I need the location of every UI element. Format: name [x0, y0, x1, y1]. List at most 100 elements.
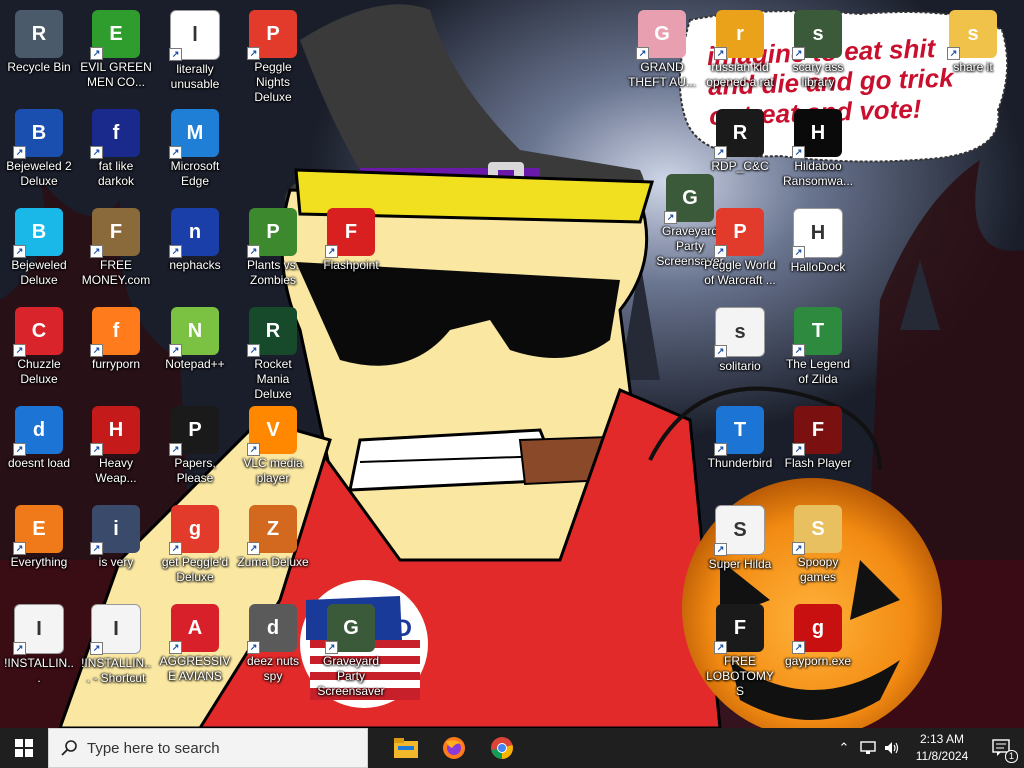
- folder-icon: s ↗: [947, 10, 997, 60]
- desktop-icon[interactable]: S ↗ Spoopy games: [780, 501, 856, 597]
- chuzzle-icon: C ↗: [13, 307, 63, 357]
- desktop-icon[interactable]: S ↗ Super Hilda: [702, 501, 778, 597]
- volume-icon[interactable]: [880, 728, 904, 768]
- taskbar-chrome[interactable]: [478, 728, 526, 768]
- desktop-icon-label: Flashpoint: [323, 258, 379, 272]
- desktop-icon[interactable]: s ↗ scary ass library: [780, 6, 856, 102]
- desktop-icon[interactable]: E ↗ EVIL GREEN MEN CO...: [78, 6, 154, 102]
- desktop-icon[interactable]: F ↗ Flashpoint: [313, 204, 389, 300]
- desktop-icon-label: doesnt load: [7, 456, 71, 470]
- desktop-icon[interactable]: R ↗ Rocket Mania Deluxe: [235, 303, 311, 401]
- desktop-icon[interactable]: B ↗ Bejeweled Deluxe: [1, 204, 77, 300]
- shortcut-arrow-icon: ↗: [169, 146, 182, 159]
- desktop-icon[interactable]: l ↗ literally unusable: [157, 6, 233, 102]
- desktop-icon[interactable]: g ↗ get Peggle'd Deluxe: [157, 501, 233, 597]
- desktop-icon[interactable]: V ↗ VLC media player: [235, 402, 311, 498]
- thunderbird-icon: T ↗: [714, 406, 764, 456]
- network-icon[interactable]: [856, 728, 880, 768]
- windows-logo-icon: [15, 739, 33, 757]
- taskbar-file-explorer[interactable]: [382, 728, 430, 768]
- desktop-icon[interactable]: f ↗ furryporn: [78, 303, 154, 399]
- desktop-icon[interactable]: F ↗ Flash Player: [780, 402, 856, 498]
- desktop-icon[interactable]: T ↗ Thunderbird: [702, 402, 778, 498]
- desktop-icon-label: get Peggle'd Deluxe: [161, 555, 229, 584]
- shortcut-arrow-icon: ↗: [90, 443, 103, 456]
- desktop-icon[interactable]: H ↗ Hildaboo Ransomwa...: [780, 105, 856, 201]
- notification-count-badge: 1: [1005, 750, 1018, 763]
- diamond-icon: B ↗: [13, 208, 63, 258]
- desktop-icon-label: !INSTALLIN... - Shortcut: [81, 656, 151, 685]
- desktop-icon-label: Notepad++: [165, 357, 225, 371]
- firefox-icon: f ↗: [90, 307, 140, 357]
- shortcut-arrow-icon: ↗: [13, 146, 26, 159]
- firefox-icon: [443, 737, 465, 759]
- de-icon: r ↗: [714, 10, 764, 60]
- desktop-icon[interactable]: E ↗ Everything: [1, 501, 77, 597]
- desktop-icon[interactable]: d ↗ deez nuts spy: [235, 600, 311, 696]
- desktop-icon[interactable]: P ↗ Plants vs. Zombies: [235, 204, 311, 300]
- start-button[interactable]: [0, 728, 48, 768]
- peggle-icon: P ↗: [247, 10, 297, 60]
- money-bag-icon: F ↗: [90, 208, 140, 258]
- desktop-icon[interactable]: d ↗ doesnt load: [1, 402, 77, 498]
- taskbar-clock[interactable]: 2:13 AM 11/8/2024: [904, 731, 980, 765]
- desktop-icon[interactable]: R Recycle Bin: [1, 6, 77, 102]
- chrome-icon: [491, 737, 513, 759]
- desktop-icon[interactable]: Z ↗ Zuma Deluxe: [235, 501, 311, 597]
- shortcut-arrow-icon: ↗: [947, 47, 960, 60]
- notification-center-button[interactable]: 1: [980, 728, 1024, 768]
- file-explorer-icon: [394, 738, 418, 758]
- desktop-icon[interactable]: G ↗ GRAND THEFT AU...: [624, 6, 700, 102]
- document-icon: I ↗: [90, 604, 141, 655]
- desktop-icon[interactable]: B ↗ Bejeweled 2 Deluxe: [1, 105, 77, 201]
- shortcut-arrow-icon: ↗: [169, 443, 182, 456]
- desktop-icon-label: Bejeweled 2 Deluxe: [6, 159, 72, 188]
- desktop-icon[interactable]: I ↗ !INSTALLIN... - Shortcut: [78, 600, 154, 696]
- desktop-icon-label: Graveyard Party Screensaver: [317, 654, 385, 698]
- shortcut-arrow-icon: ↗: [714, 443, 727, 456]
- desktop-icon[interactable]: P ↗ Papers, Please: [157, 402, 233, 498]
- desktop-icon[interactable]: M ↗ Microsoft Edge: [157, 105, 233, 201]
- desktop-icon[interactable]: s ↗ share it: [935, 6, 1011, 102]
- desktop-icon[interactable]: H ↗ Heavy Weap...: [78, 402, 154, 498]
- desktop-icon[interactable]: i ↗ is very: [78, 501, 154, 597]
- shortcut-arrow-icon: ↗: [90, 146, 103, 159]
- desktop-icon[interactable]: s ↗ solitario: [702, 303, 778, 399]
- desktop-icon[interactable]: g ↗ gayporn.exe: [780, 600, 856, 696]
- desktop-icon[interactable]: P ↗ Peggle World of Warcraft ...: [702, 204, 778, 300]
- taskbar-firefox[interactable]: [430, 728, 478, 768]
- shortcut-arrow-icon: ↗: [792, 641, 805, 654]
- desktop-icon[interactable]: r ↗ russian kid opened a rat: [702, 6, 778, 102]
- shortcut-arrow-icon: ↗: [169, 48, 182, 61]
- shortcut-arrow-icon: ↗: [247, 443, 260, 456]
- desktop-icon-label: solitario: [719, 359, 761, 373]
- shortcut-arrow-icon: ↗: [247, 344, 260, 357]
- shortcut-arrow-icon: ↗: [792, 542, 805, 555]
- lobotomy-icon: F ↗: [714, 604, 764, 654]
- graveyard-icon: G ↗: [325, 604, 375, 654]
- desktop-icon[interactable]: T ↗ The Legend of Zilda: [780, 303, 856, 399]
- desktop-icon[interactable]: G ↗ Graveyard Party Screensaver: [313, 600, 389, 698]
- chevron-up-icon[interactable]: ⌃: [832, 728, 856, 768]
- desktop-icon[interactable]: F ↗ FREE LOBOTOMYS: [702, 600, 778, 698]
- desktop-icon-label: Spoopy games: [797, 555, 839, 584]
- desktop-icon[interactable]: n ↗ nephacks: [157, 204, 233, 300]
- desktop-icon[interactable]: C ↗ Chuzzle Deluxe: [1, 303, 77, 399]
- desktop-icon[interactable]: A ↗ AGGRESSIVE AVIANS: [157, 600, 233, 696]
- recycle-bin-icon: R: [15, 10, 63, 58]
- shortcut-arrow-icon: ↗: [169, 641, 182, 654]
- shortcut-arrow-icon: ↗: [325, 641, 338, 654]
- desktop-icon[interactable]: I ↗ !INSTALLIN...: [1, 600, 77, 696]
- taskbar-search-box[interactable]: Type here to search: [48, 728, 368, 768]
- desktop-icon-label: Hildaboo Ransomwa...: [782, 159, 854, 188]
- desktop-icon[interactable]: F ↗ FREE MONEY.com: [78, 204, 154, 300]
- desktop-icon[interactable]: N ↗ Notepad++: [157, 303, 233, 399]
- mpi-icon: f ↗: [90, 109, 140, 159]
- shortcut-arrow-icon: ↗: [714, 146, 727, 159]
- taskbar: Type here to search ⌃ 2:13 AM 11/8/2024 …: [0, 728, 1024, 768]
- desktop-icon[interactable]: H ↗ HalloDock: [780, 204, 856, 300]
- desktop-icon[interactable]: f ↗ fat like darkok: [78, 105, 154, 201]
- shortcut-arrow-icon: ↗: [169, 542, 182, 555]
- desktop-icon[interactable]: P ↗ Peggle Nights Deluxe: [235, 6, 311, 104]
- clock-time: 2:13 AM: [919, 732, 965, 746]
